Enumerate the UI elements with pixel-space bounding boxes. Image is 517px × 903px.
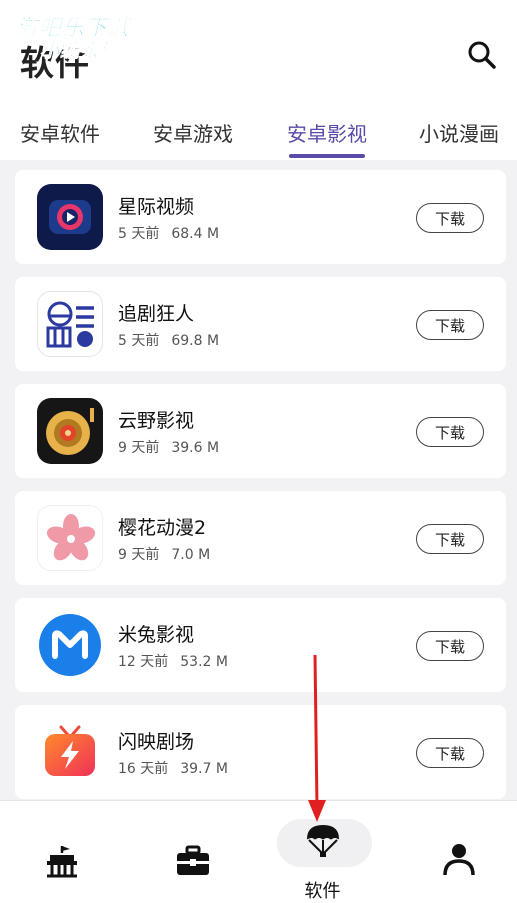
app-card[interactable]: 云野影视 9 天前 39.6 M 下载 <box>15 384 506 478</box>
app-card[interactable]: 闪映剧场 16 天前 39.7 M 下载 <box>15 705 506 799</box>
app-meta: 16 天前 39.7 M <box>118 758 228 778</box>
download-button[interactable]: 下载 <box>416 417 484 447</box>
active-tab-indicator <box>289 154 365 158</box>
nav-item-profile[interactable] <box>387 801 516 903</box>
app-meta: 9 天前 7.0 M <box>118 544 210 564</box>
parachute-icon <box>306 825 340 857</box>
app-size: 69.8 M <box>171 333 220 349</box>
app-name: 星际视频 <box>118 196 195 218</box>
app-meta: 9 天前 39.6 M <box>118 437 219 457</box>
nav-label-software: 软件 <box>304 881 341 902</box>
tab-android-games[interactable]: 安卓游戏 <box>153 118 233 147</box>
app-age: 16 天前 <box>118 761 169 777</box>
app-card[interactable]: 樱花动漫2 9 天前 7.0 M 下载 <box>15 491 506 585</box>
download-button[interactable]: 下载 <box>416 524 484 554</box>
star-video-icon <box>37 184 103 250</box>
download-button[interactable]: 下载 <box>416 631 484 661</box>
download-button[interactable]: 下载 <box>416 203 484 233</box>
search-icon <box>468 41 496 69</box>
tab-android-video[interactable]: 安卓影视 <box>287 118 367 147</box>
app-list[interactable]: 星际视频 5 天前 68.4 M 下载 追剧狂人 5 天前 69.8 M 下载 … <box>0 160 517 800</box>
app-age: 9 天前 <box>118 547 160 563</box>
m-logo-icon <box>37 612 103 678</box>
home-building-icon <box>47 846 77 878</box>
app-age: 12 天前 <box>118 654 169 670</box>
app-size: 39.7 M <box>180 761 228 777</box>
app-name: 闪映剧场 <box>118 731 195 753</box>
tab-novels-comics[interactable]: 小说漫画 <box>419 118 499 147</box>
vinyl-record-icon <box>37 398 103 464</box>
app-card[interactable]: 追剧狂人 5 天前 69.8 M 下载 <box>15 277 506 371</box>
app-meta: 5 天前 68.4 M <box>118 223 219 243</box>
app-header: 软件 游吧乐下载 小编亲测 安卓软件 安卓游戏 安卓影视 小说漫画 <box>0 0 517 160</box>
drama-fan-icon <box>37 291 103 357</box>
nav-item-toolbox[interactable] <box>129 801 258 903</box>
app-name: 追剧狂人 <box>118 303 195 325</box>
app-size: 53.2 M <box>180 654 228 670</box>
search-button[interactable] <box>462 36 502 76</box>
app-age: 5 天前 <box>118 226 160 242</box>
sakura-flower-icon <box>37 505 103 571</box>
download-button[interactable]: 下载 <box>416 738 484 768</box>
app-age: 5 天前 <box>118 333 160 349</box>
app-size: 39.6 M <box>171 440 220 456</box>
nav-item-home[interactable] <box>0 801 129 903</box>
app-name: 云野影视 <box>118 410 195 432</box>
lightning-tv-icon <box>37 719 103 785</box>
app-name: 米兔影视 <box>118 624 195 646</box>
app-name: 樱花动漫2 <box>118 517 207 539</box>
app-size: 68.4 M <box>171 226 220 242</box>
app-card[interactable]: 米兔影视 12 天前 53.2 M 下载 <box>15 598 506 692</box>
app-meta: 5 天前 69.8 M <box>118 330 219 350</box>
tab-android-software[interactable]: 安卓软件 <box>20 118 100 147</box>
app-meta: 12 天前 53.2 M <box>118 651 228 671</box>
bottom-navigation: 软件 <box>0 800 517 903</box>
toolbox-icon <box>177 845 209 875</box>
app-size: 7.0 M <box>171 547 211 563</box>
app-age: 9 天前 <box>118 440 160 456</box>
category-tabs: 安卓软件 安卓游戏 安卓影视 小说漫画 <box>0 110 517 160</box>
nav-item-software[interactable]: 软件 <box>258 801 387 903</box>
download-button[interactable]: 下载 <box>416 310 484 340</box>
page-title: 软件 <box>20 44 90 84</box>
user-icon <box>443 844 475 876</box>
app-card[interactable]: 星际视频 5 天前 68.4 M 下载 <box>15 170 506 264</box>
